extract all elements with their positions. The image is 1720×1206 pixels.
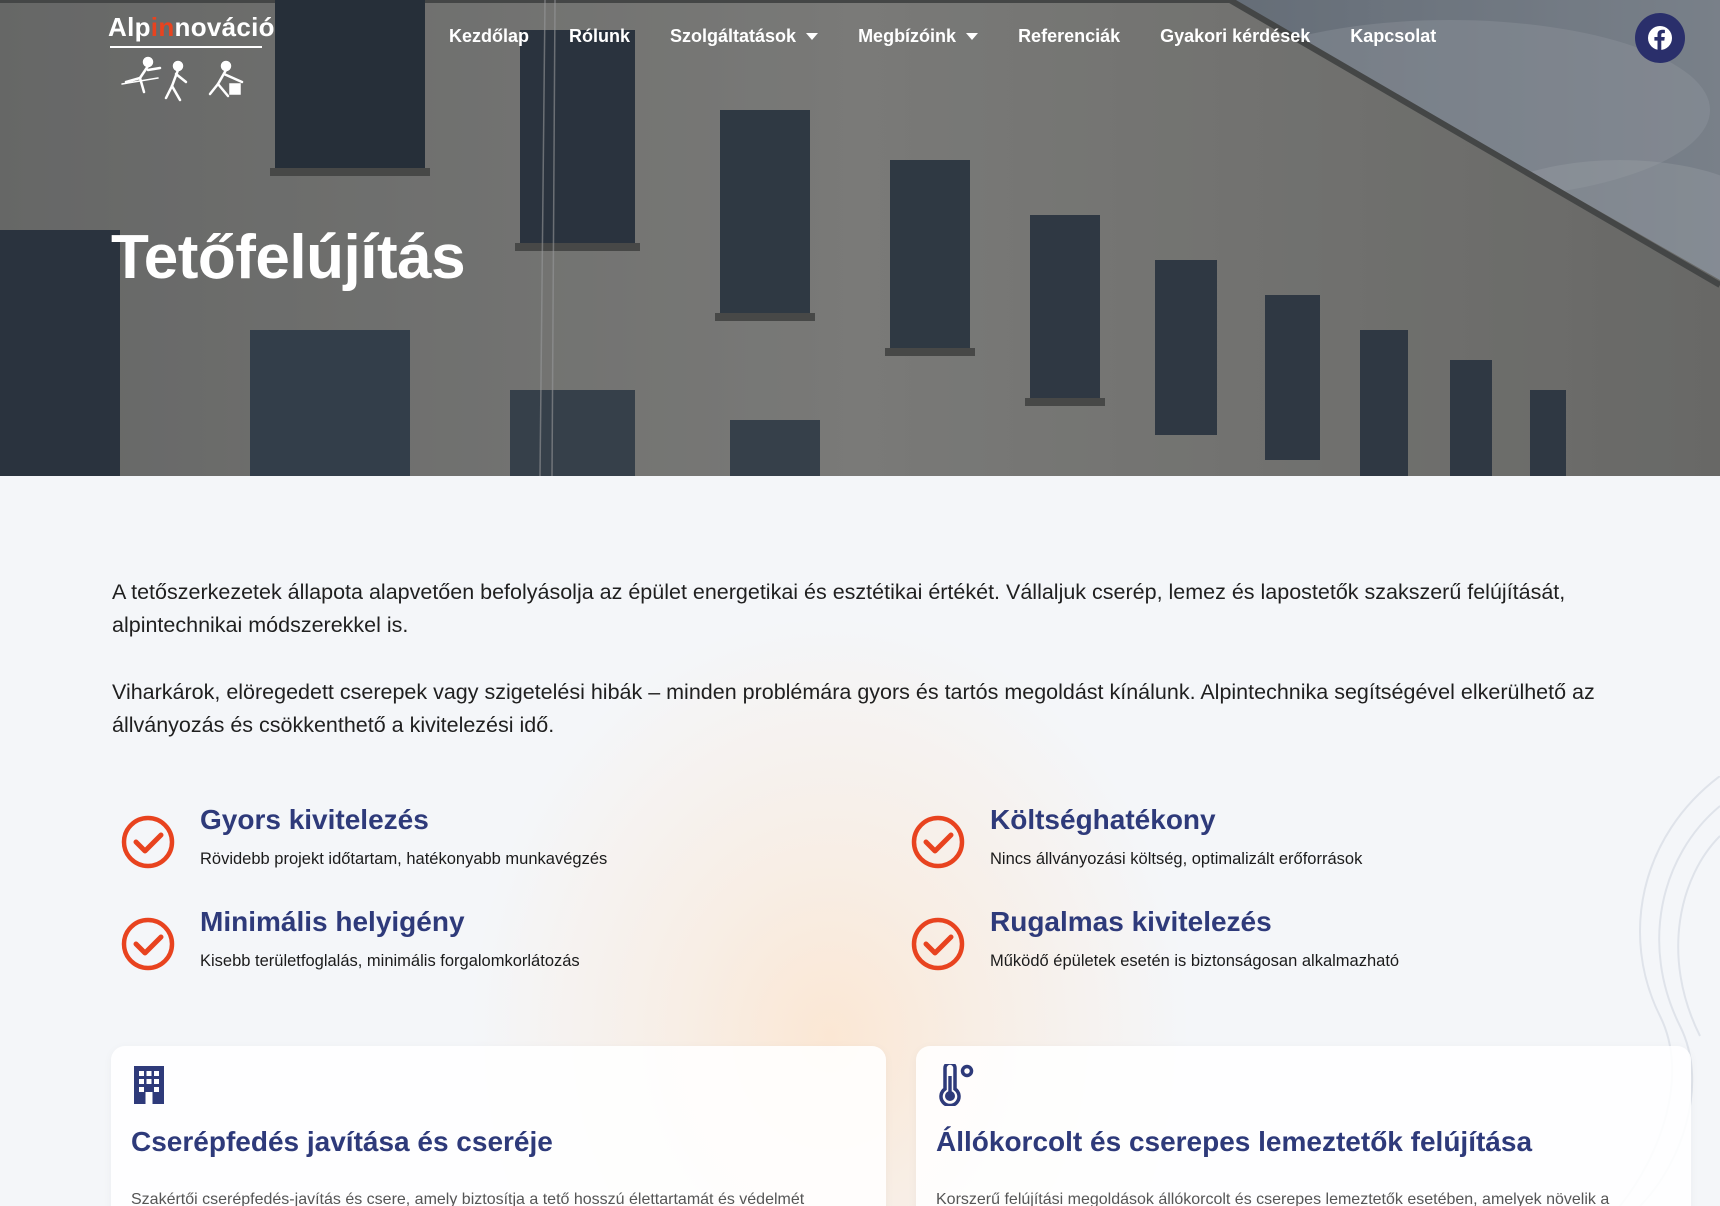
feature-description: Működő épületek esetén is biztonságosan … <box>990 952 1400 970</box>
nav-kapcsolat[interactable]: Kapcsolat <box>1350 26 1436 47</box>
logo-text: Alpinnováció <box>108 12 275 42</box>
check-circle-icon <box>121 815 175 869</box>
facebook-icon <box>1648 26 1672 50</box>
feature-gyors-kivitelezes: Gyors kivitelezés Rövidebb projekt időta… <box>112 804 812 884</box>
feature-title: Költséghatékony <box>990 804 1216 835</box>
nav-megbizoink[interactable]: Megbízóink <box>858 26 979 47</box>
climbers-logo-icon <box>121 56 244 102</box>
nav-rolunk[interactable]: Rólunk <box>569 26 630 47</box>
card-description: Szakértői cserépfedés-javítás és csere, … <box>131 1191 805 1206</box>
nav-szolgaltatasok[interactable]: Szolgáltatások <box>670 26 819 47</box>
feature-koltseghatekony: Költséghatékony Nincs állványozási költs… <box>902 804 1602 884</box>
logo-divider <box>110 46 262 48</box>
main-content: A tetőszerkezetek állapota alapvetően be… <box>0 476 1720 1206</box>
service-card-lemeztetok[interactable]: Állókorcolt és cserepes lemeztetők felúj… <box>916 1046 1691 1206</box>
check-circle-icon <box>911 917 965 971</box>
thermometer-icon <box>939 1064 974 1106</box>
feature-title: Gyors kivitelezés <box>200 804 429 835</box>
intro-paragraph-1: A tetőszerkezetek állapota alapvetően be… <box>112 580 1566 637</box>
feature-description: Nincs állványozási költség, optimalizált… <box>990 850 1363 868</box>
main-navigation: Kezdőlap Rólunk Szolgáltatások Megbízóin… <box>449 24 1476 48</box>
feature-rugalmas-kivitelezes: Rugalmas kivitelezés Működő épületek ese… <box>902 906 1602 986</box>
facebook-button[interactable] <box>1635 13 1685 63</box>
page-title: Tetőfelújítás <box>111 223 466 292</box>
card-title: Állókorcolt és cserepes lemeztetők felúj… <box>936 1126 1533 1157</box>
feature-description: Kisebb területfoglalás, minimális forgal… <box>200 952 580 970</box>
feature-minimalis-helyigeny: Minimális helyigény Kisebb területfoglal… <box>112 906 812 986</box>
card-description: Korszerű felújítási megoldások állókorco… <box>936 1191 1610 1206</box>
feature-title: Rugalmas kivitelezés <box>990 906 1272 937</box>
intro-paragraph-2: Viharkárok, elöregedett cserepek vagy sz… <box>112 680 1595 737</box>
nav-kezdolap[interactable]: Kezdőlap <box>449 26 529 47</box>
feature-description: Rövidebb projekt időtartam, hatékonyabb … <box>200 850 608 868</box>
nav-gyakori-kerdesek[interactable]: Gyakori kérdések <box>1160 26 1310 47</box>
check-circle-icon <box>911 815 965 869</box>
building-icon <box>134 1066 164 1104</box>
service-card-cserepfedes[interactable]: Cserépfedés javítása és cseréje Szakértő… <box>111 1046 886 1206</box>
card-title: Cserépfedés javítása és cseréje <box>131 1126 553 1157</box>
site-logo[interactable]: Alpinnováció <box>108 12 275 104</box>
nav-referenciak[interactable]: Referenciák <box>1018 26 1120 47</box>
feature-title: Minimális helyigény <box>200 906 465 937</box>
hero-banner: Alpinnováció Kezdőlap Rólunk Szolgáltatá… <box>0 0 1720 476</box>
caret-down-icon <box>806 32 819 40</box>
caret-down-icon <box>966 32 979 40</box>
check-circle-icon <box>121 917 175 971</box>
